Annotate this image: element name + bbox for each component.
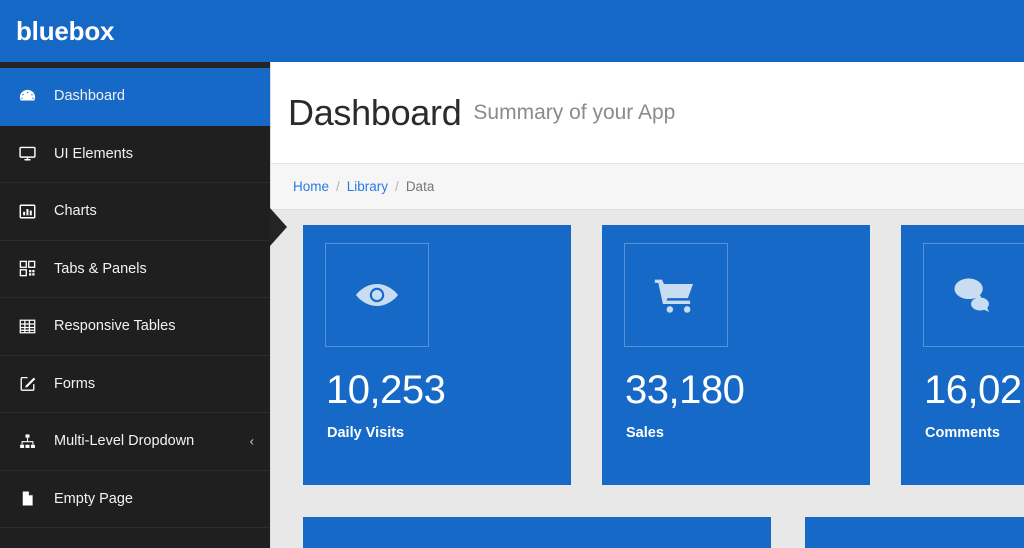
sidebar-item-empty-page[interactable]: Empty Page [0,471,270,528]
sidebar-item-ui-elements[interactable]: UI Elements [0,126,270,183]
chat-bubbles-icon [923,243,1024,347]
breadcrumb-item-library[interactable]: Library [347,179,388,194]
edit-square-icon [0,374,54,393]
sidebar-item-tabs-panels[interactable]: Tabs & Panels [0,241,270,298]
sidebar-item-forms[interactable]: Forms [0,356,270,413]
stat-value: 10,253 [326,368,446,412]
file-icon [0,489,54,508]
sidebar-item-dashboard[interactable]: Dashboard [0,68,270,126]
grid-blocks-icon [0,259,54,278]
chevron-left-icon: ‹ [249,433,254,449]
sidebar-item-charts[interactable]: Charts [0,183,270,241]
sidebar-item-responsive-tables[interactable]: Responsive Tables [0,298,270,356]
stat-label: Sales [626,425,664,441]
stat-card-comments[interactable]: 16,02 Comments [901,225,1024,485]
eye-icon [325,243,429,347]
sidebar-item-label: Forms [54,375,96,392]
secondary-panels-row [303,517,1024,548]
sidebar-item-label: Dashboard [54,88,125,105]
breadcrumb: Home / Library / Data [270,163,1024,210]
stat-card-sales[interactable]: 33,180 Sales [602,225,870,485]
breadcrumb-separator: / [336,179,340,194]
speedometer-icon [0,87,54,106]
sidebar-item-label: Charts [54,203,97,220]
sitemap-icon [0,432,54,451]
table-icon [0,317,54,336]
stat-card-daily-visits[interactable]: 10,253 Daily Visits [303,225,571,485]
stat-label: Comments [925,425,1000,441]
sidebar-item-label: UI Elements [54,145,133,162]
bar-chart-icon [0,202,54,221]
brand-logo[interactable]: bluebox [0,16,114,47]
stat-cards-row: 10,253 Daily Visits 33,180 Sales 16,02 C… [303,225,1024,485]
stat-value: 16,02 [924,368,1022,412]
page-title: Dashboard [288,91,462,133]
sidebar-item-label: Tabs & Panels [54,260,147,277]
shopping-cart-icon [624,243,728,347]
breadcrumb-separator: / [395,179,399,194]
breadcrumb-item-home[interactable]: Home [293,179,329,194]
top-brand-bar: bluebox [0,0,1024,62]
monitor-icon [0,144,54,163]
panel-primary[interactable] [303,517,771,548]
stat-value: 33,180 [625,368,745,412]
stat-label: Daily Visits [327,425,405,441]
sidebar-nav: Dashboard UI Elements Charts Tabs & Pane… [0,62,270,548]
sidebar-item-label: Multi-Level Dropdown [54,433,195,450]
page-header: Dashboard Summary of your App [270,62,1024,163]
page-subtitle: Summary of your App [473,100,676,124]
app-root: bluebox Dashboard UI Elements Charts Tab… [0,0,1024,548]
sidebar-item-label: Empty Page [54,490,133,507]
sidebar-item-multi-level-dropdown[interactable]: Multi-Level Dropdown ‹ [0,413,270,471]
dashboard-body: 10,253 Daily Visits 33,180 Sales 16,02 C… [270,210,1024,548]
breadcrumb-item-data: Data [405,179,435,194]
main-content: Dashboard Summary of your App Home / Lib… [270,62,1024,548]
panel-secondary[interactable] [805,517,1024,548]
sidebar-item-label: Responsive Tables [54,318,176,335]
sidebar-active-pointer [270,208,287,246]
